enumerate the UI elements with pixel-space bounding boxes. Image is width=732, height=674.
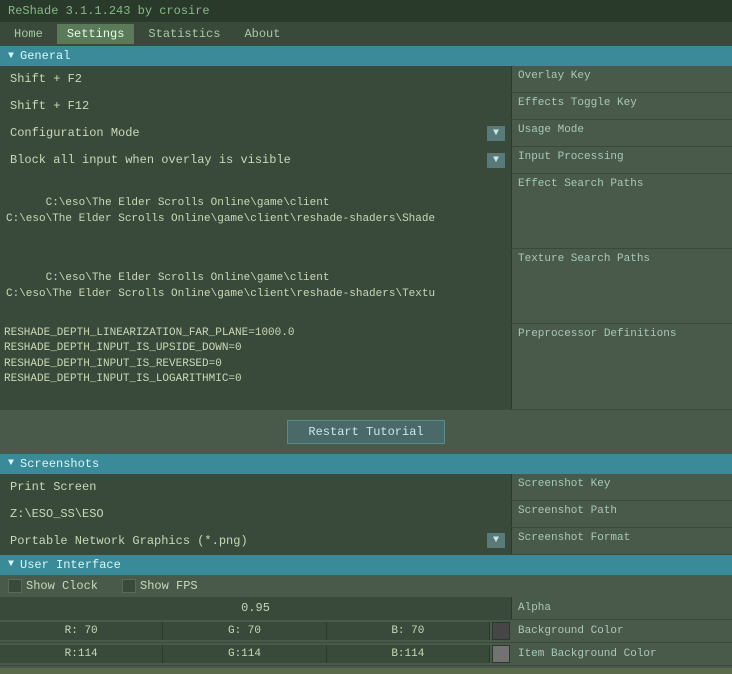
bg-r-value: R: 70 bbox=[65, 625, 98, 637]
nav-about[interactable]: About bbox=[234, 24, 290, 44]
bg-g-cell[interactable]: G: 70 bbox=[163, 622, 326, 640]
alpha-label: Alpha bbox=[518, 602, 551, 614]
background-color-row: R: 70 G: 70 B: 70 Background Color bbox=[0, 620, 732, 643]
bg-b-value: B: 70 bbox=[391, 625, 424, 637]
alpha-row: 0.95 Alpha bbox=[0, 597, 732, 620]
overlay-key-row: Overlay Key bbox=[0, 66, 732, 93]
bg-g-value: G: 70 bbox=[228, 625, 261, 637]
input-processing-dropdown[interactable]: Block all input when overlay is visible … bbox=[6, 151, 505, 169]
active-item-color-row: R: 51 G:128 B:153 Active Item Color bbox=[0, 666, 732, 668]
restart-tutorial-button[interactable]: Restart Tutorial bbox=[287, 420, 444, 444]
alpha-value: 0.95 bbox=[241, 601, 270, 615]
screenshots-collapse-icon: ▼ bbox=[8, 458, 14, 469]
screenshot-format-arrow-icon: ▼ bbox=[487, 533, 505, 548]
item-bg-g-cell[interactable]: G:114 bbox=[163, 645, 326, 663]
usage-mode-row: Configuration Mode ▼ Usage Mode bbox=[0, 120, 732, 147]
item-bg-r-value: R:114 bbox=[65, 648, 98, 660]
item-bg-color-swatch bbox=[492, 645, 510, 663]
show-fps-label: Show FPS bbox=[140, 579, 198, 593]
general-section-header[interactable]: ▼ General bbox=[0, 46, 732, 66]
nav-home[interactable]: Home bbox=[4, 24, 53, 44]
title-bar: ReShade 3.1.1.243 by crosire bbox=[0, 0, 732, 22]
screenshot-format-label: Screenshot Format bbox=[518, 532, 630, 544]
item-bg-r-cell[interactable]: R:114 bbox=[0, 645, 163, 663]
main-content: ▼ General Overlay Key Effects Toggle Key… bbox=[0, 46, 732, 668]
effects-toggle-input[interactable] bbox=[6, 97, 505, 115]
usage-mode-label: Usage Mode bbox=[518, 124, 584, 136]
item-bg-color-row: R:114 G:114 B:114 Item Background Color bbox=[0, 643, 732, 666]
ui-collapse-icon: ▼ bbox=[8, 559, 14, 570]
bg-b-cell[interactable]: B: 70 bbox=[327, 622, 490, 640]
texture-search-paths-row: C:\eso\The Elder Scrolls Online\game\cli… bbox=[0, 249, 732, 324]
show-clock-label: Show Clock bbox=[26, 579, 98, 593]
screenshot-format-row: Portable Network Graphics (*.png) ▼ Scre… bbox=[0, 528, 732, 555]
restart-tutorial-container: Restart Tutorial bbox=[0, 410, 732, 454]
item-bg-g-value: G:114 bbox=[228, 648, 261, 660]
input-processing-arrow-icon: ▼ bbox=[487, 153, 505, 168]
show-fps-box bbox=[122, 579, 136, 593]
general-collapse-icon: ▼ bbox=[8, 51, 14, 62]
screenshots-section-header[interactable]: ▼ Screenshots bbox=[0, 454, 732, 474]
item-bg-b-value: B:114 bbox=[391, 648, 424, 660]
effects-toggle-row: Effects Toggle Key bbox=[0, 93, 732, 120]
show-clock-box bbox=[8, 579, 22, 593]
preprocessor-label: Preprocessor Definitions bbox=[518, 328, 676, 340]
screenshot-format-value: Portable Network Graphics (*.png) bbox=[6, 532, 487, 550]
preprocessor-textarea[interactable]: RESHADE_DEPTH_LINEARIZATION_FAR_PLANE=10… bbox=[0, 324, 511, 405]
effect-search-paths-label: Effect Search Paths bbox=[518, 178, 643, 190]
nav-statistics[interactable]: Statistics bbox=[138, 24, 230, 44]
bg-color-swatch bbox=[492, 622, 510, 640]
screenshot-key-input[interactable] bbox=[6, 478, 505, 496]
effects-toggle-label: Effects Toggle Key bbox=[518, 97, 637, 109]
texture-search-paths-value: C:\eso\The Elder Scrolls Online\game\cli… bbox=[6, 272, 435, 301]
ui-checkboxes-row: Show Clock Show FPS bbox=[0, 575, 732, 597]
screenshots-header-label: Screenshots bbox=[20, 457, 99, 471]
bg-r-cell[interactable]: R: 70 bbox=[0, 622, 163, 640]
input-processing-row: Block all input when overlay is visible … bbox=[0, 147, 732, 174]
screenshot-format-dropdown[interactable]: Portable Network Graphics (*.png) ▼ bbox=[6, 532, 505, 550]
ui-section-header[interactable]: ▼ User Interface bbox=[0, 555, 732, 575]
screenshot-path-row: Screenshot Path bbox=[0, 501, 732, 528]
screenshot-key-label: Screenshot Key bbox=[518, 478, 610, 490]
texture-search-paths-label: Texture Search Paths bbox=[518, 253, 650, 265]
effect-search-paths-value: C:\eso\The Elder Scrolls Online\game\cli… bbox=[6, 197, 435, 226]
input-processing-label: Input Processing bbox=[518, 151, 624, 163]
preprocessor-row: RESHADE_DEPTH_LINEARIZATION_FAR_PLANE=10… bbox=[0, 324, 732, 410]
overlay-key-label: Overlay Key bbox=[518, 70, 591, 82]
show-fps-checkbox[interactable]: Show FPS bbox=[122, 579, 198, 593]
screenshot-path-label: Screenshot Path bbox=[518, 505, 617, 517]
title-text: ReShade 3.1.1.243 by crosire bbox=[8, 4, 210, 18]
show-clock-checkbox[interactable]: Show Clock bbox=[8, 579, 98, 593]
usage-mode-dropdown[interactable]: Configuration Mode ▼ bbox=[6, 124, 505, 142]
bg-color-label: Background Color bbox=[518, 625, 624, 637]
input-processing-value: Block all input when overlay is visible bbox=[6, 151, 487, 169]
effect-search-paths-row: C:\eso\The Elder Scrolls Online\game\cli… bbox=[0, 174, 732, 249]
item-bg-color-label: Item Background Color bbox=[518, 648, 657, 660]
overlay-key-input[interactable] bbox=[6, 70, 505, 88]
general-header-label: General bbox=[20, 49, 70, 63]
nav-settings[interactable]: Settings bbox=[57, 24, 135, 44]
item-bg-b-cell[interactable]: B:114 bbox=[327, 645, 490, 663]
usage-mode-value: Configuration Mode bbox=[6, 124, 487, 142]
screenshot-path-input[interactable] bbox=[6, 505, 505, 523]
nav-bar: Home Settings Statistics About bbox=[0, 22, 732, 46]
screenshot-key-row: Screenshot Key bbox=[0, 474, 732, 501]
ui-header-label: User Interface bbox=[20, 558, 121, 572]
usage-mode-arrow-icon: ▼ bbox=[487, 126, 505, 141]
